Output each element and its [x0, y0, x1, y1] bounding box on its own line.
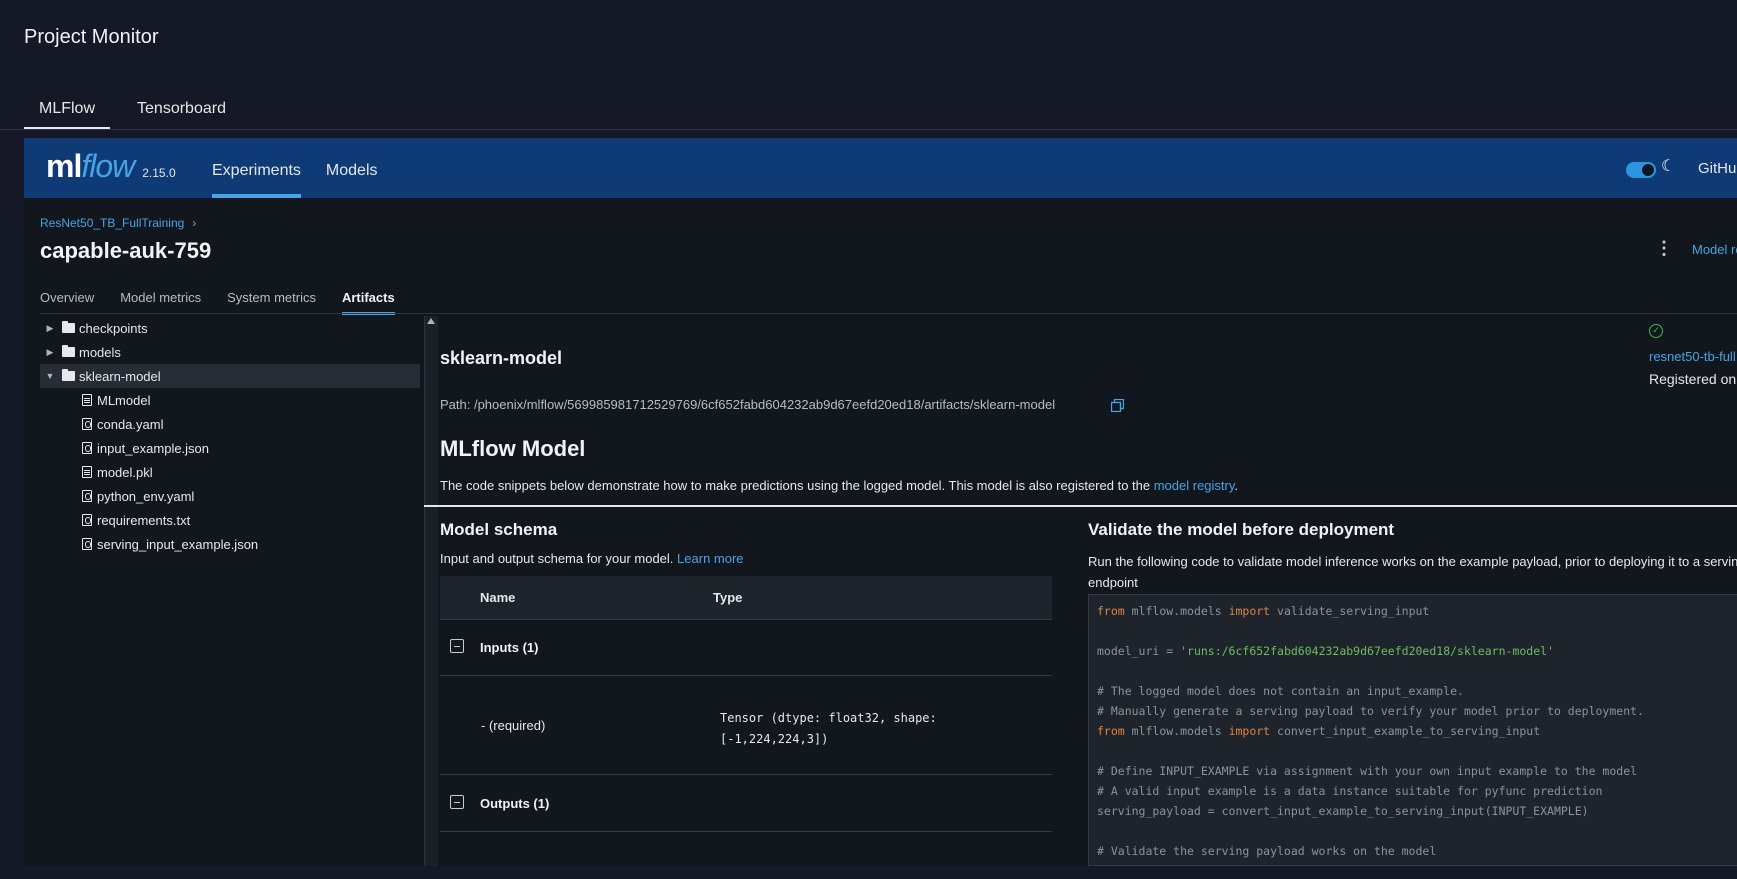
outputs-label: Outputs (1)	[480, 796, 550, 811]
logo-ml: ml	[46, 148, 82, 184]
mlflow-logo[interactable]: ml flow 2.15.0	[46, 148, 176, 185]
model-registry-link[interactable]: model registry	[1154, 478, 1235, 493]
mlflow-header: ml flow 2.15.0 Experiments Models ☾ GitH…	[24, 138, 1737, 198]
breadcrumb: ResNet50_TB_FullTraining ›	[40, 216, 196, 230]
run-tabs-divider	[40, 313, 1737, 314]
tree-item-label: MLmodel	[97, 392, 151, 408]
desc-suffix: .	[1234, 478, 1239, 493]
folder-icon	[62, 321, 75, 333]
model-registered-button[interactable]: Model registered	[1692, 242, 1737, 257]
folder-icon	[62, 369, 75, 381]
tree-item-serving-input[interactable]: serving_input_example.json	[40, 532, 420, 556]
tree-scrollbar[interactable]	[424, 316, 438, 866]
dark-mode-toggle[interactable]	[1626, 162, 1656, 178]
tree-item-mlmodel[interactable]: MLmodel	[40, 388, 420, 412]
collapse-icon[interactable]	[450, 795, 464, 809]
folder-icon	[62, 345, 75, 357]
copy-icon[interactable]	[1111, 399, 1124, 412]
tree-item-models[interactable]: ▶ models	[40, 340, 420, 364]
tree-item-label: checkpoints	[79, 320, 148, 336]
validate-title: Validate the model before deployment	[1088, 520, 1395, 539]
breadcrumb-separator: ›	[192, 216, 197, 230]
tree-item-label: serving_input_example.json	[97, 536, 259, 552]
tree-item-label: python_env.yaml	[97, 488, 195, 504]
artifact-panel: sklearn-model ✓ resnet50-tb-full Registe…	[424, 316, 1737, 866]
artifact-tree: ▶ checkpoints ▶ models ▼ sklearn-model M…	[40, 316, 420, 866]
model-description: The code snippets below demonstrate how …	[440, 478, 1238, 493]
header-nav: Experiments Models	[212, 138, 378, 198]
code-snippet[interactable]: from mlflow.models import validate_servi…	[1088, 594, 1737, 866]
file-icon	[82, 394, 92, 406]
tree-item-conda-yaml[interactable]: conda.yaml	[40, 412, 420, 436]
nav-models[interactable]: Models	[326, 138, 378, 198]
input-name: - (required)	[481, 718, 546, 733]
tab-model-metrics[interactable]: Model metrics	[120, 290, 201, 315]
file-code-icon	[82, 418, 92, 430]
desc-text: The code snippets below demonstrate how …	[440, 478, 1154, 493]
tree-item-requirements[interactable]: requirements.txt	[40, 508, 420, 532]
column-name: Name	[480, 590, 516, 605]
schema-table: Name Type Inputs (1) - (required) Tensor…	[440, 576, 1052, 866]
artifact-path: Path: /phoenix/mlflow/569985981712529769…	[440, 397, 1056, 412]
schema-subtitle: Input and output schema for your model. …	[440, 551, 744, 566]
section-divider	[424, 505, 1737, 507]
breadcrumb-experiment[interactable]: ResNet50_TB_FullTraining	[40, 216, 184, 230]
caret-right-icon[interactable]: ▶	[42, 323, 58, 334]
toggle-knob	[1642, 164, 1654, 176]
file-code-icon	[82, 514, 92, 526]
version-label: 2.15.0	[142, 166, 176, 180]
file-icon	[82, 466, 92, 478]
table-row: - (required) Tensor (dtype: float32, sha…	[440, 676, 1052, 775]
tab-overview[interactable]: Overview	[40, 290, 94, 315]
github-link[interactable]: GitHub	[1698, 160, 1737, 177]
caret-down-icon[interactable]: ▼	[42, 371, 58, 381]
logo-flow: flow	[81, 148, 135, 184]
input-type: Tensor (dtype: float32, shape: [-1,224,2…	[720, 711, 937, 746]
inputs-group[interactable]: Inputs (1)	[440, 620, 1052, 676]
tree-item-label: models	[79, 344, 121, 360]
outer-tabs: MLFlow Tensorboard	[24, 96, 241, 130]
inputs-label: Inputs (1)	[480, 640, 539, 655]
tree-item-model-pkl[interactable]: model.pkl	[40, 460, 420, 484]
tree-item-python-env[interactable]: python_env.yaml	[40, 484, 420, 508]
tab-mlflow[interactable]: MLFlow	[24, 96, 111, 130]
registered-model-link[interactable]: resnet50-tb-full	[1649, 349, 1736, 364]
file-code-icon	[82, 442, 92, 454]
scroll-up-icon[interactable]	[427, 318, 435, 324]
tree-item-input-example[interactable]: input_example.json	[40, 436, 420, 460]
learn-more-link[interactable]: Learn more	[677, 551, 743, 566]
app-title: Project Monitor	[24, 26, 159, 48]
tree-item-label: requirements.txt	[97, 512, 191, 528]
check-circle-icon: ✓	[1649, 324, 1663, 338]
column-type: Type	[713, 590, 743, 605]
tree-item-sklearn-model[interactable]: ▼ sklearn-model	[40, 364, 420, 388]
tree-item-label: input_example.json	[97, 440, 210, 456]
outputs-group[interactable]: Outputs (1)	[440, 776, 1052, 832]
validate-subtitle: Run the following code to validate model…	[1088, 554, 1737, 590]
mlflow-model-title: MLflow Model	[440, 436, 586, 461]
schema-subtitle-text: Input and output schema for your model.	[440, 551, 674, 566]
tree-item-label: model.pkl	[97, 464, 153, 480]
run-tabs: Overview Model metrics System metrics Ar…	[40, 290, 395, 315]
more-options-icon[interactable]: ⋮	[1655, 238, 1673, 259]
artifact-name: sklearn-model	[440, 348, 563, 368]
nav-experiments[interactable]: Experiments	[212, 138, 301, 198]
tab-system-metrics[interactable]: System metrics	[227, 290, 316, 315]
tab-tensorboard[interactable]: Tensorboard	[122, 96, 241, 130]
tree-item-checkpoints[interactable]: ▶ checkpoints	[40, 316, 420, 340]
collapse-icon[interactable]	[450, 639, 464, 653]
registered-on-text: Registered on 2	[1649, 371, 1737, 387]
file-code-icon	[82, 490, 92, 502]
file-code-icon	[82, 538, 92, 550]
caret-right-icon[interactable]: ▶	[42, 347, 58, 358]
tree-item-label: conda.yaml	[97, 416, 164, 432]
table-header: Name Type	[440, 576, 1052, 620]
mlflow-frame: ml flow 2.15.0 Experiments Models ☾ GitH…	[24, 138, 1737, 866]
moon-icon: ☾	[1661, 158, 1676, 175]
tabs-divider	[0, 129, 1737, 130]
tab-artifacts[interactable]: Artifacts	[341, 290, 395, 315]
tree-item-label: sklearn-model	[79, 368, 161, 384]
schema-title: Model schema	[440, 520, 558, 539]
run-title: capable-auk-759	[40, 238, 212, 263]
